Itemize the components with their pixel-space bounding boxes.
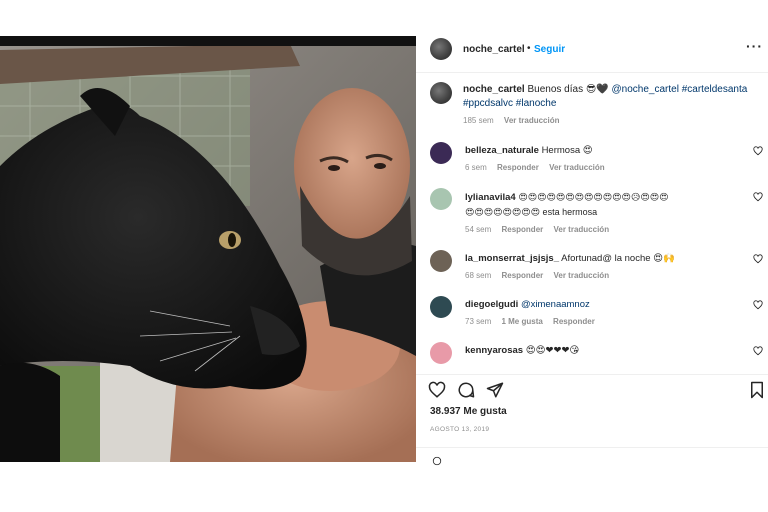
caption-meta: 185 sem Ver traducción: [463, 114, 763, 128]
caption-view-translation[interactable]: Ver traducción: [504, 116, 560, 125]
author-avatar[interactable]: [430, 38, 452, 60]
comment-view-translation[interactable]: Ver traducción: [549, 163, 605, 172]
comment-avatar[interactable]: [430, 188, 452, 210]
comment-like-heart-icon[interactable]: [753, 192, 763, 202]
comment-age: 68 sem: [465, 271, 492, 280]
comment-like-heart-icon[interactable]: [753, 146, 763, 156]
post-detail-panel: noche_cartel • Seguir ··· noche_cartel B…: [416, 36, 768, 466]
comment-text: Hermosa 😍: [541, 145, 593, 156]
comment-meta: 54 sem Responder Ver traducción: [465, 223, 740, 237]
caption-hashtags[interactable]: #ppcdsalvc #lanoche: [463, 98, 556, 109]
comment-like-heart-icon[interactable]: [753, 254, 763, 264]
caption-mention[interactable]: @noche_cartel: [612, 84, 679, 95]
comment-text: 😍😍😍😍😍😍😍😍😍😍😍😍😥😍😍😍: [518, 192, 669, 202]
comment-text-line2: 😍😍😍😍😍😍😍😍 esta hermosa: [465, 207, 598, 217]
caption-hashtag-carteldesanta[interactable]: #carteldesanta: [682, 84, 748, 95]
paper-plane-icon[interactable]: [486, 381, 504, 399]
comment-age: 6 sem: [465, 163, 487, 172]
comment-username[interactable]: la_monserrat_jsjsjs_: [465, 253, 559, 264]
comment-username[interactable]: kennyarosas: [465, 345, 523, 356]
post-header: noche_cartel • Seguir ···: [416, 36, 768, 64]
comment-meta: 68 sem Responder Ver traducción: [465, 269, 740, 283]
comment-like-heart-icon[interactable]: [753, 346, 763, 356]
emoji-icon[interactable]: [430, 456, 444, 466]
post-action-bar: [416, 374, 768, 399]
comment-avatar[interactable]: [430, 142, 452, 164]
footer-divider: [416, 447, 768, 448]
comment-avatar[interactable]: [430, 296, 452, 318]
comment-view-translation[interactable]: Ver traducción: [554, 271, 610, 280]
comment-avatar[interactable]: [430, 342, 452, 364]
post-date: AGOSTO 13, 2019: [430, 426, 490, 433]
caption-text: Buenos días 😎🖤: [527, 84, 609, 95]
comment-age: 73 sem: [465, 317, 492, 326]
follow-button[interactable]: Seguir: [534, 44, 565, 55]
comment-icon[interactable]: [457, 381, 475, 399]
comment-age: 54 sem: [465, 225, 492, 234]
post-photo[interactable]: [0, 36, 416, 462]
comment-meta: 6 sem Responder Ver traducción: [465, 161, 740, 175]
comment-mention[interactable]: @ximenaamnoz: [521, 299, 590, 310]
comment-reply-button[interactable]: Responder: [501, 225, 543, 234]
header-separator: •: [527, 43, 531, 54]
caption-username[interactable]: noche_cartel: [463, 84, 525, 95]
comment-like-heart-icon[interactable]: [753, 300, 763, 310]
comment-reply-button[interactable]: Responder: [553, 317, 595, 326]
comment-body: belleza_naturale Hermosa 😍 6 sem Respond…: [465, 144, 740, 175]
comment-username[interactable]: lylianavila4: [465, 192, 516, 203]
comment-body: kennyarosas 😍😍❤❤❤😘: [465, 344, 740, 358]
caption-age: 185 sem: [463, 116, 494, 125]
comment-body: diegoelgudi @ximenaamnoz 73 sem 1 Me gus…: [465, 298, 740, 329]
likes-count[interactable]: 38.937 Me gusta: [430, 406, 507, 417]
comment-username[interactable]: diegoelgudi: [465, 299, 518, 310]
comment-reply-button[interactable]: Responder: [497, 163, 539, 172]
comment-view-translation[interactable]: Ver traducción: [554, 225, 610, 234]
comment-text: 😍😍❤❤❤😘: [525, 345, 580, 356]
comment-text: Afortunad@ la noche 😍🙌: [561, 253, 675, 264]
comment-username[interactable]: belleza_naturale: [465, 145, 539, 156]
comment-meta: 73 sem 1 Me gusta Responder: [465, 315, 740, 329]
panther-selfie-image: [0, 36, 416, 462]
heart-icon[interactable]: [428, 381, 446, 399]
bookmark-icon[interactable]: [748, 381, 766, 399]
comment-likes-count[interactable]: 1 Me gusta: [501, 317, 542, 326]
comment-body: lylianavila4 😍😍😍😍😍😍😍😍😍😍😍😍😥😍😍😍 😍😍😍😍😍😍😍😍 e…: [465, 190, 740, 237]
caption-text-block: noche_cartel Buenos días 😎🖤 @noche_carte…: [463, 83, 763, 128]
author-username[interactable]: noche_cartel: [463, 44, 525, 55]
comment-reply-button[interactable]: Responder: [501, 271, 543, 280]
photo-top-strip: [0, 36, 416, 46]
header-divider: [416, 72, 768, 73]
comment-avatar[interactable]: [430, 250, 452, 272]
more-options-icon[interactable]: ···: [746, 38, 763, 54]
caption-avatar[interactable]: [430, 82, 452, 104]
comment-body: la_monserrat_jsjsjs_ Afortunad@ la noche…: [465, 252, 740, 283]
